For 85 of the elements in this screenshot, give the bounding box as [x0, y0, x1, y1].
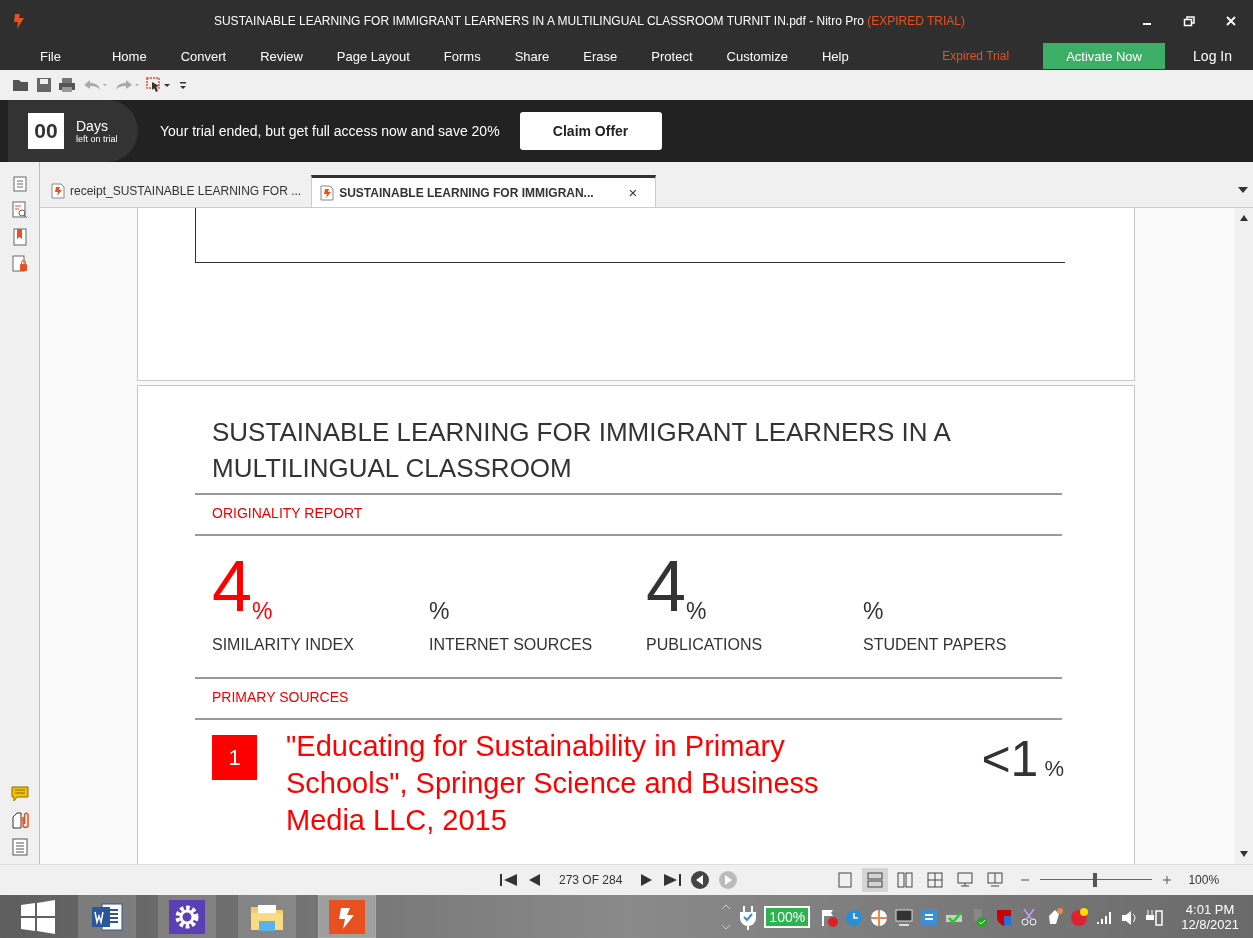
scissors-icon[interactable]	[1019, 906, 1040, 927]
stat-label: INTERNET SOURCES	[429, 635, 594, 655]
taskbar-app[interactable]	[318, 895, 376, 938]
tab-close-button[interactable]: ×	[628, 184, 648, 201]
lock-document-icon[interactable]	[11, 255, 28, 273]
zoom-level[interactable]: 100%	[1188, 873, 1220, 887]
folder-icon[interactable]	[12, 77, 30, 93]
menu-item[interactable]: File	[40, 48, 61, 64]
page-icon[interactable]	[12, 176, 27, 192]
stat-label: SIMILARITY INDEX	[212, 635, 355, 655]
claim-offer-button[interactable]: Claim Offer	[519, 112, 662, 150]
monitor-icon	[956, 871, 975, 889]
nitro-app-icon	[329, 899, 365, 934]
days-sublabel: left on trial	[76, 134, 118, 144]
split-monitor-icon	[986, 871, 1005, 889]
close-icon[interactable]	[1225, 15, 1237, 27]
percent-sign: %	[863, 597, 884, 626]
attachment-icon[interactable]	[10, 811, 29, 829]
clock[interactable]: 4:01 PM 12/8/2021	[1181, 901, 1239, 932]
window-title: SUSTAINABLE LEARNING FOR IMMIGRANT LEARNERS IN A MULTILINGUAL CLASSROOM TURNIT IN.pdf - Nitro Pro	[213, 14, 864, 28]
start-icon[interactable]	[20, 899, 56, 934]
scroll-up-icon[interactable]	[1239, 214, 1249, 222]
continuous-page-icon	[866, 871, 885, 889]
menu-item[interactable]: Forms	[443, 48, 481, 64]
menu-item[interactable]: Review	[260, 48, 303, 64]
document-tab[interactable]: SUSTAINABLE LEARNING FOR IMMIGRAN... ×	[311, 175, 657, 207]
bookmark-icon[interactable]	[12, 228, 27, 246]
banner-message: Your trial ended, but get full access now and save 20%	[160, 123, 500, 139]
menu-item[interactable]: Erase	[583, 48, 618, 64]
login-link[interactable]: Log In	[1193, 48, 1232, 64]
menu-item[interactable]: Page Layout	[336, 48, 410, 64]
taskbar-app[interactable]	[78, 895, 136, 938]
source-share: <1	[981, 730, 1039, 788]
grid-page-icon	[926, 871, 945, 889]
source-title: "Educating for Sustainability in Primary Schools", Springer Science and Business Media LLC, 2015	[286, 729, 820, 838]
select-tool-icon[interactable]	[146, 77, 172, 93]
zoom-in-icon[interactable]	[1162, 875, 1173, 885]
list-icon[interactable]	[11, 838, 28, 856]
comment-icon[interactable]	[10, 786, 29, 802]
sync-window-icon[interactable]	[919, 906, 940, 927]
previous-page-icon[interactable]	[527, 873, 541, 887]
word-document-icon	[90, 901, 124, 932]
search-document-icon[interactable]	[11, 201, 28, 219]
two-page-icon	[896, 871, 915, 889]
menu-item[interactable]: Share	[514, 48, 550, 64]
percent-sign: %	[686, 597, 707, 626]
first-page-icon[interactable]	[499, 873, 519, 887]
menu-item[interactable]: Home	[111, 48, 147, 64]
menu-item[interactable]: Customize	[726, 48, 788, 64]
back-icon[interactable]	[690, 870, 711, 890]
days-label: Days	[76, 118, 109, 134]
monitor-icon[interactable]	[894, 906, 915, 927]
menu-item[interactable]: Help	[821, 48, 849, 64]
section-heading: ORIGINALITY REPORT	[212, 504, 364, 523]
save-icon[interactable]	[36, 77, 52, 93]
single-page-icon	[836, 871, 855, 889]
star-badge-icon[interactable]	[1069, 906, 1090, 927]
zoom-slider[interactable]	[1040, 873, 1153, 887]
menu-item[interactable]: Protect	[651, 48, 693, 64]
trial-label[interactable]: Expired Trial	[942, 49, 1010, 63]
stat-value: 4	[646, 550, 687, 622]
pdf-file-icon	[320, 184, 335, 201]
tab-list-dropdown-icon[interactable]	[1237, 186, 1249, 194]
source-number: 1	[212, 735, 257, 780]
menu-item[interactable]: Convert	[180, 48, 227, 64]
taskbar-app[interactable]	[238, 895, 296, 938]
days-count: 00	[28, 113, 64, 149]
gear-icon	[169, 899, 205, 934]
view-mode-button[interactable]	[862, 868, 889, 892]
trial-status: (EXPIRED TRIAL)	[867, 14, 966, 28]
percent-sign: %	[252, 597, 273, 626]
report-title: SUSTAINABLE LEARNING FOR IMMIGRANT LEARNERS IN A MULTILINGUAL CLASSROOM	[212, 416, 951, 485]
stat-label: PUBLICATIONS	[646, 635, 764, 655]
scroll-down-icon[interactable]	[1239, 850, 1249, 858]
taskbar-app[interactable]	[158, 895, 216, 938]
section-heading: PRIMARY SOURCES	[212, 688, 350, 707]
stat-value: 4	[212, 550, 253, 622]
print-icon[interactable]	[58, 77, 76, 93]
percent-sign: %	[1044, 756, 1064, 782]
pdf-file-icon	[51, 183, 65, 199]
page-indicator[interactable]: 273 OF 284	[559, 873, 623, 887]
stat-label: STUDENT PAPERS	[863, 635, 1008, 655]
percent-sign: %	[429, 597, 450, 626]
restore-icon[interactable]	[1183, 15, 1195, 27]
last-page-icon[interactable]	[662, 873, 683, 887]
